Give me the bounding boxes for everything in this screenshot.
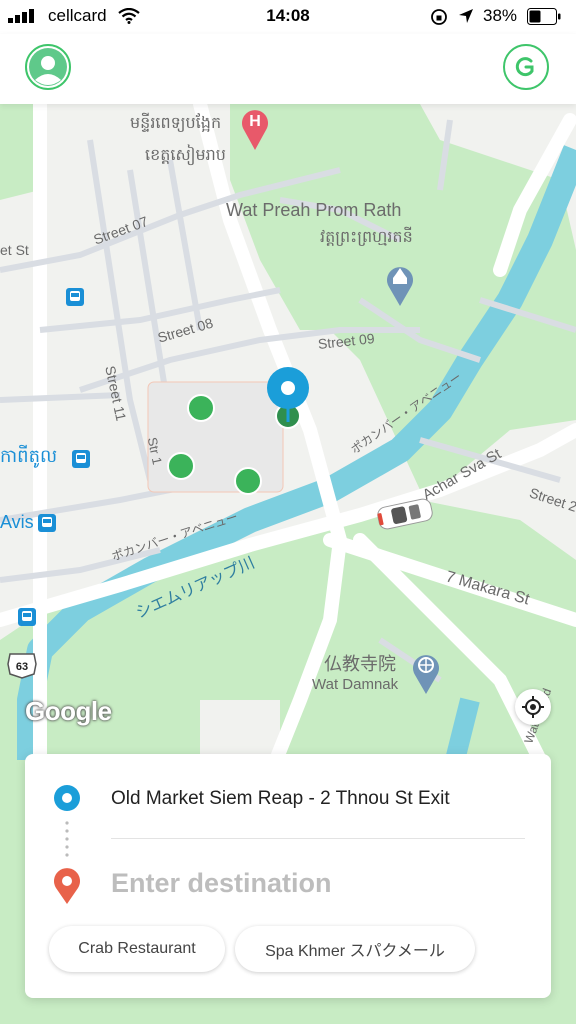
bus-stop-icon (22, 611, 32, 621)
temple-marker[interactable] (385, 262, 415, 306)
rotation-lock-icon (431, 9, 447, 25)
wat-damnak-marker[interactable] (411, 650, 441, 694)
location-arrow-icon (459, 9, 473, 23)
destination-pin-icon (54, 868, 80, 904)
temple-icon (387, 267, 413, 306)
bus-stop-marker-1[interactable] (66, 288, 84, 306)
destination-input[interactable]: Enter destination (111, 868, 332, 899)
bus-stop-icon (42, 517, 52, 527)
pickup-dot-icon (54, 785, 80, 811)
kaptikol-label: កាពីតូល (0, 446, 58, 466)
wat-damnak-jp-label: 仏教寺院 (324, 654, 396, 674)
svg-text:H: H (249, 113, 261, 130)
battery-percent: 38% (483, 6, 518, 25)
bus-stop-icon (70, 291, 80, 301)
pickup-pin-icon (267, 367, 309, 422)
hospital-marker[interactable]: H (240, 104, 270, 150)
bus-stop-marker-3[interactable] (38, 514, 56, 532)
wat-preah-prom-rath-km-label: វត្តព្រះព្រហ្មរតនី (320, 229, 413, 246)
wat-preah-prom-rath-label: Wat Preah Prom Rath (226, 200, 402, 220)
hospital-label-2: ខេត្តសៀមរាប (145, 147, 226, 164)
route-63-label: 63 (16, 661, 28, 673)
field-divider (111, 838, 525, 839)
suggestion-chip-spa-khmer[interactable]: Spa Khmer スパクメール (235, 926, 475, 972)
person-icon (29, 48, 67, 86)
status-bar: cellcard 14:08 38% (0, 0, 576, 34)
pickup-location-field[interactable]: Old Market Siem Reap - 2 Thnou St Exit (111, 788, 450, 810)
grab-rewards-button[interactable] (503, 44, 549, 90)
hospital-icon: H (242, 110, 268, 150)
my-location-button[interactable] (515, 689, 551, 725)
street-label-left: et St (0, 242, 29, 258)
suggestion-chip-crab-restaurant[interactable]: Crab Restaurant (49, 926, 225, 972)
wheel-icon (413, 655, 439, 694)
route-dots-icon (65, 821, 69, 857)
bus-stop-marker-4[interactable] (18, 608, 36, 626)
grab-logo-icon (515, 57, 534, 77)
top-bar (0, 34, 576, 104)
google-logo: Google (25, 696, 112, 726)
hospital-label-1: មន្ទីរពេទ្យបង្អែក (130, 115, 222, 132)
avis-label: Avis (0, 512, 34, 532)
pickup-pin[interactable] (265, 366, 311, 422)
bus-stop-marker-2[interactable] (72, 450, 90, 468)
wat-damnak-label: Wat Damnak (312, 676, 399, 693)
profile-button[interactable] (25, 44, 71, 90)
battery-icon (527, 8, 561, 25)
bus-stop-icon (76, 453, 86, 463)
crosshair-icon (522, 696, 544, 718)
booking-card: Old Market Siem Reap - 2 Thnou St Exit E… (25, 754, 551, 998)
